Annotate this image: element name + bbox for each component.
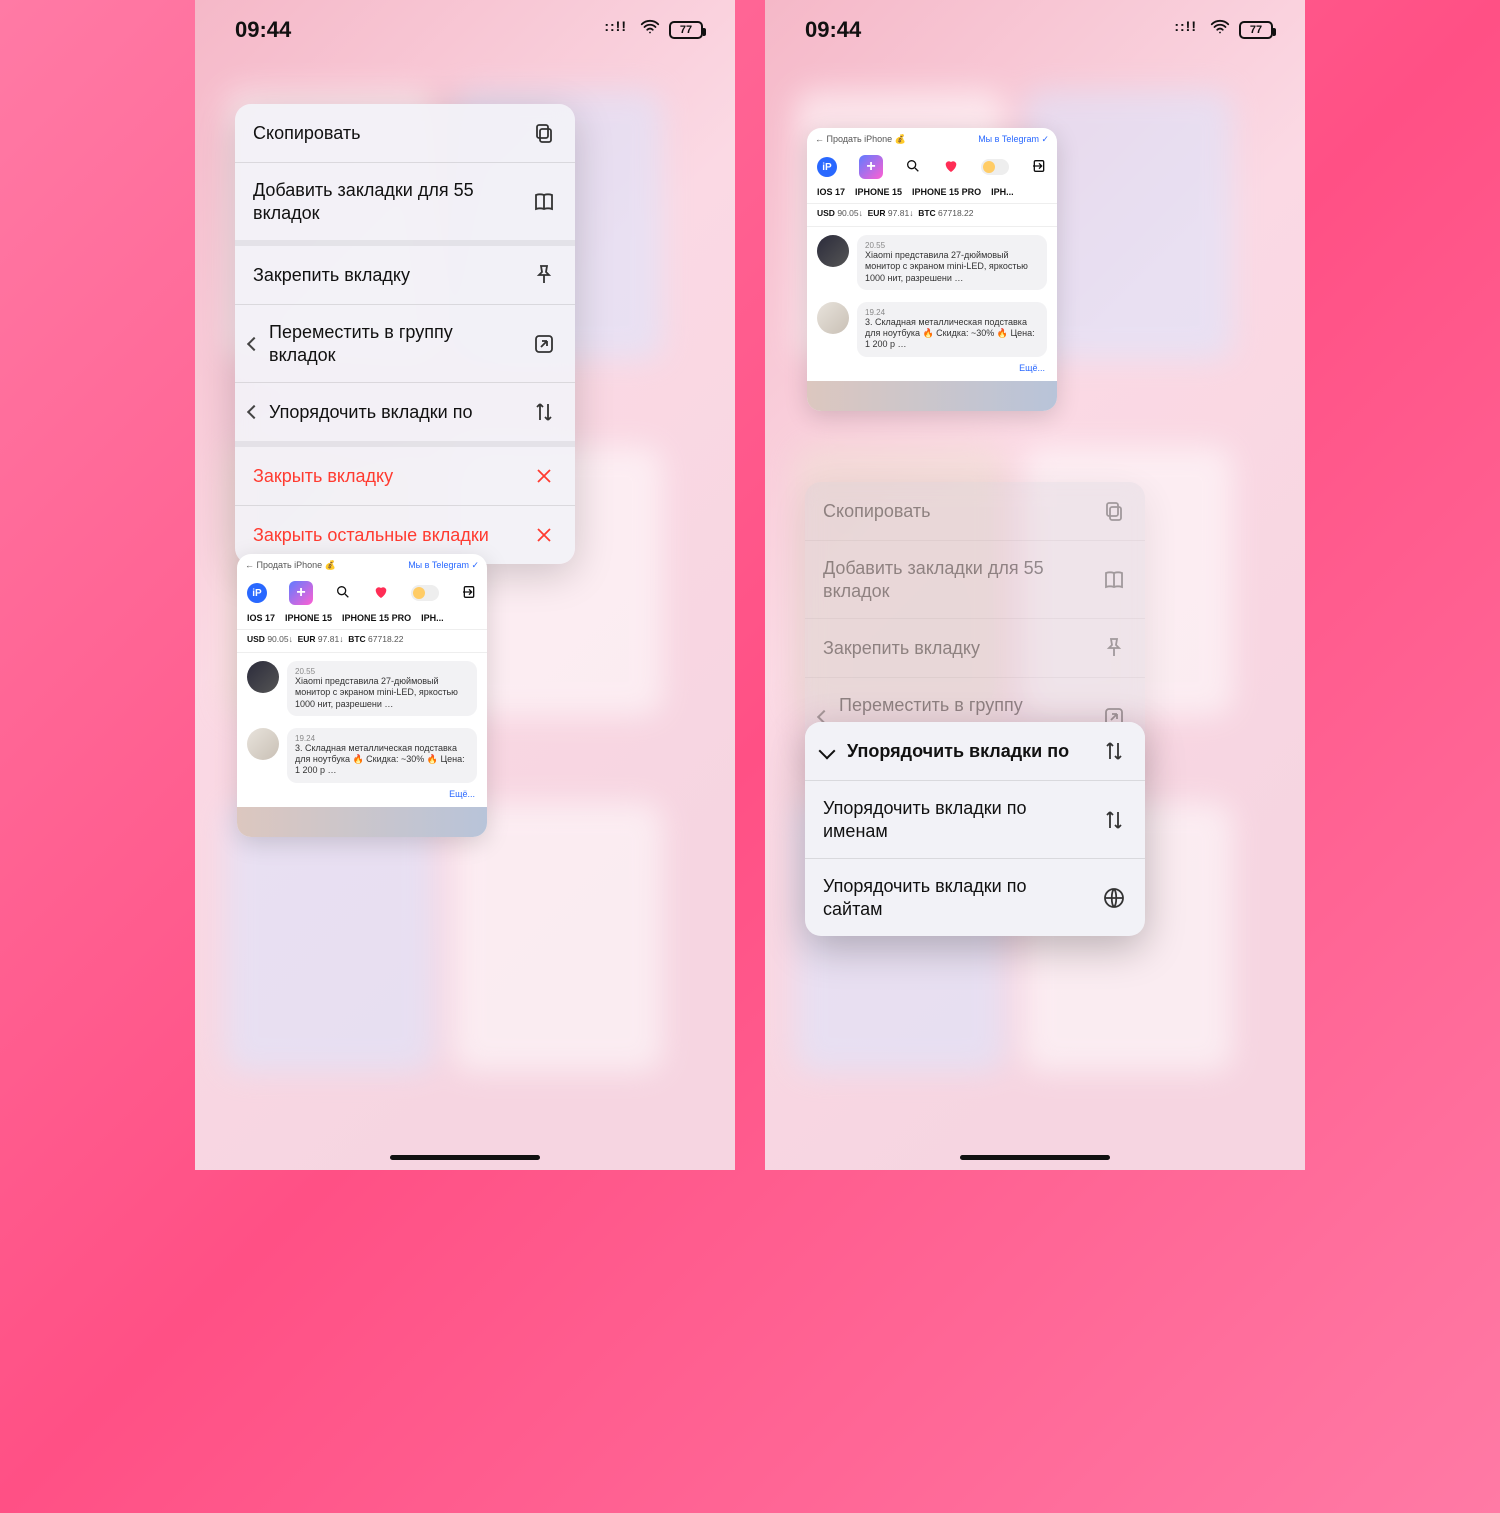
menu-move-to-group[interactable]: Переместить в группу вкладок — [235, 305, 575, 383]
add-button[interactable]: + — [859, 155, 883, 179]
telegram-link[interactable]: Мы в Telegram ✓ — [978, 134, 1049, 145]
book-icon — [1101, 567, 1127, 593]
home-indicator[interactable] — [390, 1155, 540, 1160]
copy-icon — [531, 120, 557, 146]
battery-indicator: 77 — [669, 21, 703, 39]
submenu-header[interactable]: Упорядочить вкладки по — [805, 722, 1145, 781]
status-time: 09:44 — [805, 17, 861, 43]
sort-submenu: Упорядочить вкладки по Упорядочить вклад… — [805, 722, 1145, 936]
search-icon[interactable] — [335, 584, 351, 603]
wifi-icon — [1209, 16, 1231, 44]
currency-rates: USD 90.05↓ EUR 97.81↓ BTC 67718.22 — [807, 203, 1057, 227]
news-item[interactable]: 19.243. Складная металлическая подставка… — [237, 720, 487, 787]
pin-icon — [531, 262, 557, 288]
search-icon[interactable] — [905, 158, 921, 177]
more-link[interactable]: Ещё... — [237, 787, 487, 807]
pin-icon — [1101, 635, 1127, 661]
currency-rates: USD 90.05↓ EUR 97.81↓ BTC 67718.22 — [237, 629, 487, 653]
more-link[interactable]: Ещё... — [807, 361, 1057, 381]
nav-tabs: IOS 17 IPHONE 15 IPHONE 15 PRO IPH... — [807, 187, 1057, 203]
status-time: 09:44 — [235, 17, 291, 43]
menu-add-bookmarks[interactable]: Добавить закладки для 55 вкладок — [805, 541, 1145, 619]
heart-icon[interactable] — [943, 158, 959, 177]
secondary-signal: ::!! — [1174, 18, 1197, 34]
sort-by-site[interactable]: Упорядочить вкладки по сайтам — [805, 859, 1145, 936]
card-image — [807, 381, 1057, 411]
secondary-signal: ::!! — [604, 18, 627, 34]
phone-left: 09:44 ::!! 77 Скопировать Добавить закла… — [195, 0, 735, 1170]
theme-toggle[interactable] — [981, 159, 1009, 175]
home-indicator[interactable] — [960, 1155, 1110, 1160]
menu-copy[interactable]: Скопировать — [235, 104, 575, 163]
news-item[interactable]: 20.55Xiaomi представила 27-дюймовый мони… — [807, 227, 1057, 294]
tab-context-menu-dimmed: Скопировать Добавить закладки для 55 вкл… — [805, 482, 1145, 755]
back-link[interactable]: ← Продать iPhone 💰 — [815, 134, 906, 145]
move-group-icon — [531, 331, 557, 357]
tab-preview-card[interactable]: ← Продать iPhone 💰 Мы в Telegram ✓ iP + … — [807, 128, 1057, 411]
theme-toggle[interactable] — [411, 585, 439, 601]
book-icon — [531, 189, 557, 215]
phone-right: 09:44 ::!! 77 ← Продать iPhone 💰 Мы в Te… — [765, 0, 1305, 1170]
site-logo[interactable]: iP — [817, 157, 837, 177]
status-bar: 09:44 ::!! 77 — [195, 0, 735, 60]
status-bar: 09:44 ::!! 77 — [765, 0, 1305, 60]
close-icon — [531, 522, 557, 548]
sort-by-name[interactable]: Упорядочить вкладки по именам — [805, 781, 1145, 859]
wifi-icon — [639, 16, 661, 44]
news-item[interactable]: 20.55Xiaomi представила 27-дюймовый мони… — [237, 653, 487, 720]
card-image — [237, 807, 487, 837]
login-icon[interactable] — [1031, 158, 1047, 177]
globe-icon — [1101, 885, 1127, 911]
heart-icon[interactable] — [373, 584, 389, 603]
tab-context-menu: Скопировать Добавить закладки для 55 вкл… — [235, 104, 575, 564]
telegram-link[interactable]: Мы в Telegram ✓ — [408, 560, 479, 571]
login-icon[interactable] — [461, 584, 477, 603]
site-logo[interactable]: iP — [247, 583, 267, 603]
news-item[interactable]: 19.243. Складная металлическая подставка… — [807, 294, 1057, 361]
menu-pin-tab[interactable]: Закрепить вкладку — [235, 246, 575, 305]
menu-pin-tab[interactable]: Закрепить вкладку — [805, 619, 1145, 678]
menu-add-bookmarks[interactable]: Добавить закладки для 55 вкладок — [235, 163, 575, 246]
nav-tabs: IOS 17 IPHONE 15 IPHONE 15 PRO IPH... — [237, 613, 487, 629]
close-icon — [531, 463, 557, 489]
tab-preview-card[interactable]: ← Продать iPhone 💰 Мы в Telegram ✓ iP + … — [237, 554, 487, 837]
sort-icon — [1101, 807, 1127, 833]
menu-copy[interactable]: Скопировать — [805, 482, 1145, 541]
battery-indicator: 77 — [1239, 21, 1273, 39]
menu-close-tab[interactable]: Закрыть вкладку — [235, 447, 575, 506]
sort-icon — [1101, 738, 1127, 764]
back-link[interactable]: ← Продать iPhone 💰 — [245, 560, 336, 571]
copy-icon — [1101, 498, 1127, 524]
add-button[interactable]: + — [289, 581, 313, 605]
sort-icon — [531, 399, 557, 425]
menu-sort-tabs[interactable]: Упорядочить вкладки по — [235, 383, 575, 447]
